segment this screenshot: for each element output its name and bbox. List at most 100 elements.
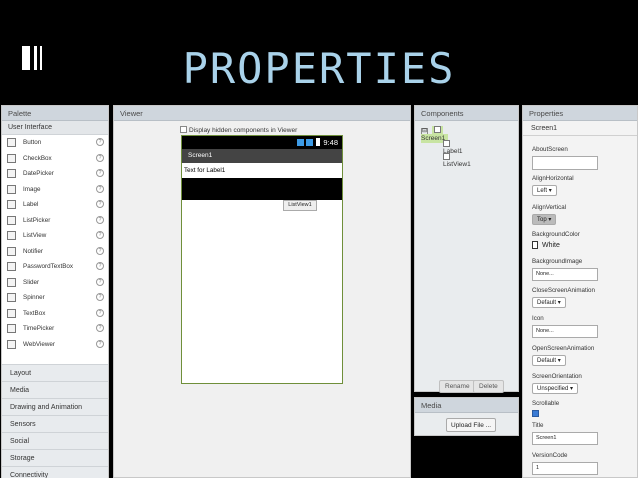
palette-panel: Palette User Interface Button? CheckBox?… — [1, 105, 109, 478]
prop-backgroundimage: BackgroundImage None... — [532, 258, 598, 281]
tree-item-listview1[interactable]: ListView1 — [443, 153, 471, 168]
phone-preview[interactable]: 9:48 Screen1 Text for Label1 ListView1 — [181, 135, 343, 384]
timepicker-icon — [7, 324, 16, 333]
delete-button[interactable]: Delete — [473, 380, 504, 393]
spinner-icon — [7, 293, 16, 302]
components-panel: Components ⊟Screen1 Label1 ListView1 Ren… — [414, 105, 519, 393]
title-field[interactable]: Screen1 — [532, 432, 598, 445]
screen-title-bar: Screen1 — [182, 149, 342, 163]
category-user-interface[interactable]: User Interface — [2, 121, 108, 135]
help-icon[interactable]: ? — [96, 339, 104, 348]
selected-component-name: Screen1 — [523, 121, 637, 136]
viewer-header: Viewer — [114, 106, 410, 121]
help-icon[interactable]: ? — [96, 277, 104, 286]
prop-scrollable: Scrollable — [532, 400, 559, 417]
listpicker-icon — [7, 215, 16, 225]
alignhorizontal-select[interactable]: Left ▾ — [532, 185, 557, 196]
openscreenanimation-select[interactable]: Default ▾ — [532, 355, 566, 366]
icon-field[interactable]: None... — [532, 325, 598, 338]
help-icon[interactable]: ? — [96, 169, 104, 177]
palette-list: Button? CheckBox? DatePicker? Image? Lab… — [2, 135, 108, 352]
webviewer-icon — [7, 339, 16, 349]
palette-item-spinner[interactable]: Spinner? — [2, 290, 108, 306]
versioncode-field[interactable]: 1 — [532, 462, 598, 475]
help-icon[interactable]: ? — [96, 262, 104, 270]
scrollable-checkbox[interactable] — [532, 410, 539, 417]
listview1-preview[interactable] — [182, 178, 342, 200]
properties-panel: Properties Screen1 AboutScreen AlignHori… — [522, 105, 638, 478]
media-header: Media — [415, 398, 518, 413]
image-icon — [7, 184, 16, 194]
properties-header: Properties — [523, 106, 637, 121]
help-icon[interactable]: ? — [96, 153, 104, 162]
category-connectivity[interactable]: Connectivity — [2, 466, 108, 478]
help-icon[interactable]: ? — [96, 324, 104, 332]
closescreenanimation-select[interactable]: Default ▾ — [532, 297, 566, 308]
prop-screenorientation: ScreenOrientation Unspecified ▾ — [532, 373, 582, 394]
category-layout[interactable]: Layout — [2, 364, 108, 381]
palette-item-textbox[interactable]: TextBox? — [2, 306, 108, 322]
rename-button[interactable]: Rename — [439, 380, 476, 393]
category-storage[interactable]: Storage — [2, 449, 108, 466]
help-icon[interactable]: ? — [96, 308, 104, 317]
upload-file-button[interactable]: Upload File ... — [446, 418, 497, 432]
prop-alignvertical: AlignVertical Top ▾ — [532, 204, 567, 225]
components-header: Components — [415, 106, 518, 121]
alignvertical-select[interactable]: Top ▾ — [532, 214, 557, 225]
prop-title: Title Screen1 — [532, 422, 598, 445]
prop-openscreenanimation: OpenScreenAnimation Default ▾ — [532, 345, 595, 366]
signal-icon — [306, 139, 314, 146]
chevron-down-icon: ▾ — [548, 217, 552, 223]
palette-item-passwordtextbox[interactable]: PasswordTextBox? — [2, 259, 108, 275]
wifi-icon — [297, 139, 305, 146]
button-icon — [7, 138, 16, 147]
palette-item-button[interactable]: Button? — [2, 135, 108, 151]
label-icon — [443, 140, 450, 147]
screenorientation-select[interactable]: Unspecified ▾ — [532, 383, 579, 394]
prop-alignhorizontal: AlignHorizontal Left ▾ — [532, 175, 574, 196]
category-social[interactable]: Social — [2, 432, 108, 449]
slide-title: PROPERTIES — [182, 44, 456, 93]
viewer-panel: Viewer Display hidden components in View… — [113, 105, 411, 478]
textbox-icon — [7, 308, 16, 318]
palette-item-slider[interactable]: Slider? — [2, 275, 108, 291]
backgroundcolor-picker[interactable]: White — [532, 241, 580, 249]
screen-icon — [434, 126, 441, 133]
label-icon — [7, 200, 16, 209]
palette-item-checkbox[interactable]: CheckBox? — [2, 151, 108, 167]
hidden-components-toggle[interactable]: Display hidden components in Viewer — [180, 126, 297, 134]
chevron-down-icon: ▾ — [548, 188, 552, 194]
category-drawing-animation[interactable]: Drawing and Animation — [2, 398, 108, 415]
password-icon — [7, 262, 16, 271]
prop-aboutscreen: AboutScreen — [532, 146, 598, 170]
palette-item-listpicker[interactable]: ListPicker? — [2, 213, 108, 229]
notifier-icon — [7, 246, 16, 256]
backgroundimage-field[interactable]: None... — [532, 268, 598, 281]
help-icon[interactable]: ? — [96, 293, 104, 301]
category-media[interactable]: Media — [2, 381, 108, 398]
color-swatch-icon — [532, 241, 538, 249]
battery-icon — [316, 138, 321, 146]
help-icon[interactable]: ? — [96, 231, 104, 239]
checkbox-icon — [7, 153, 16, 163]
palette-item-webviewer[interactable]: WebViewer? — [2, 337, 108, 353]
palette-header: Palette — [2, 106, 108, 121]
help-icon[interactable]: ? — [96, 246, 104, 255]
status-bar: 9:48 — [182, 136, 342, 149]
aboutscreen-textarea[interactable] — [532, 156, 598, 170]
category-sensors[interactable]: Sensors — [2, 415, 108, 432]
datepicker-icon — [7, 169, 16, 178]
help-icon[interactable]: ? — [96, 138, 104, 146]
palette-item-label[interactable]: Label? — [2, 197, 108, 213]
palette-item-image[interactable]: Image? — [2, 182, 108, 198]
help-icon[interactable]: ? — [96, 184, 104, 193]
label1-preview[interactable]: Text for Label1 — [182, 163, 342, 178]
palette-item-notifier[interactable]: Notifier? — [2, 244, 108, 260]
help-icon[interactable]: ? — [96, 200, 104, 208]
checkbox-icon[interactable] — [180, 126, 187, 133]
palette-item-listview[interactable]: ListView? — [2, 228, 108, 244]
palette-list-spacer — [2, 352, 108, 364]
palette-item-datepicker[interactable]: DatePicker? — [2, 166, 108, 182]
help-icon[interactable]: ? — [96, 215, 104, 224]
palette-item-timepicker[interactable]: TimePicker? — [2, 321, 108, 337]
